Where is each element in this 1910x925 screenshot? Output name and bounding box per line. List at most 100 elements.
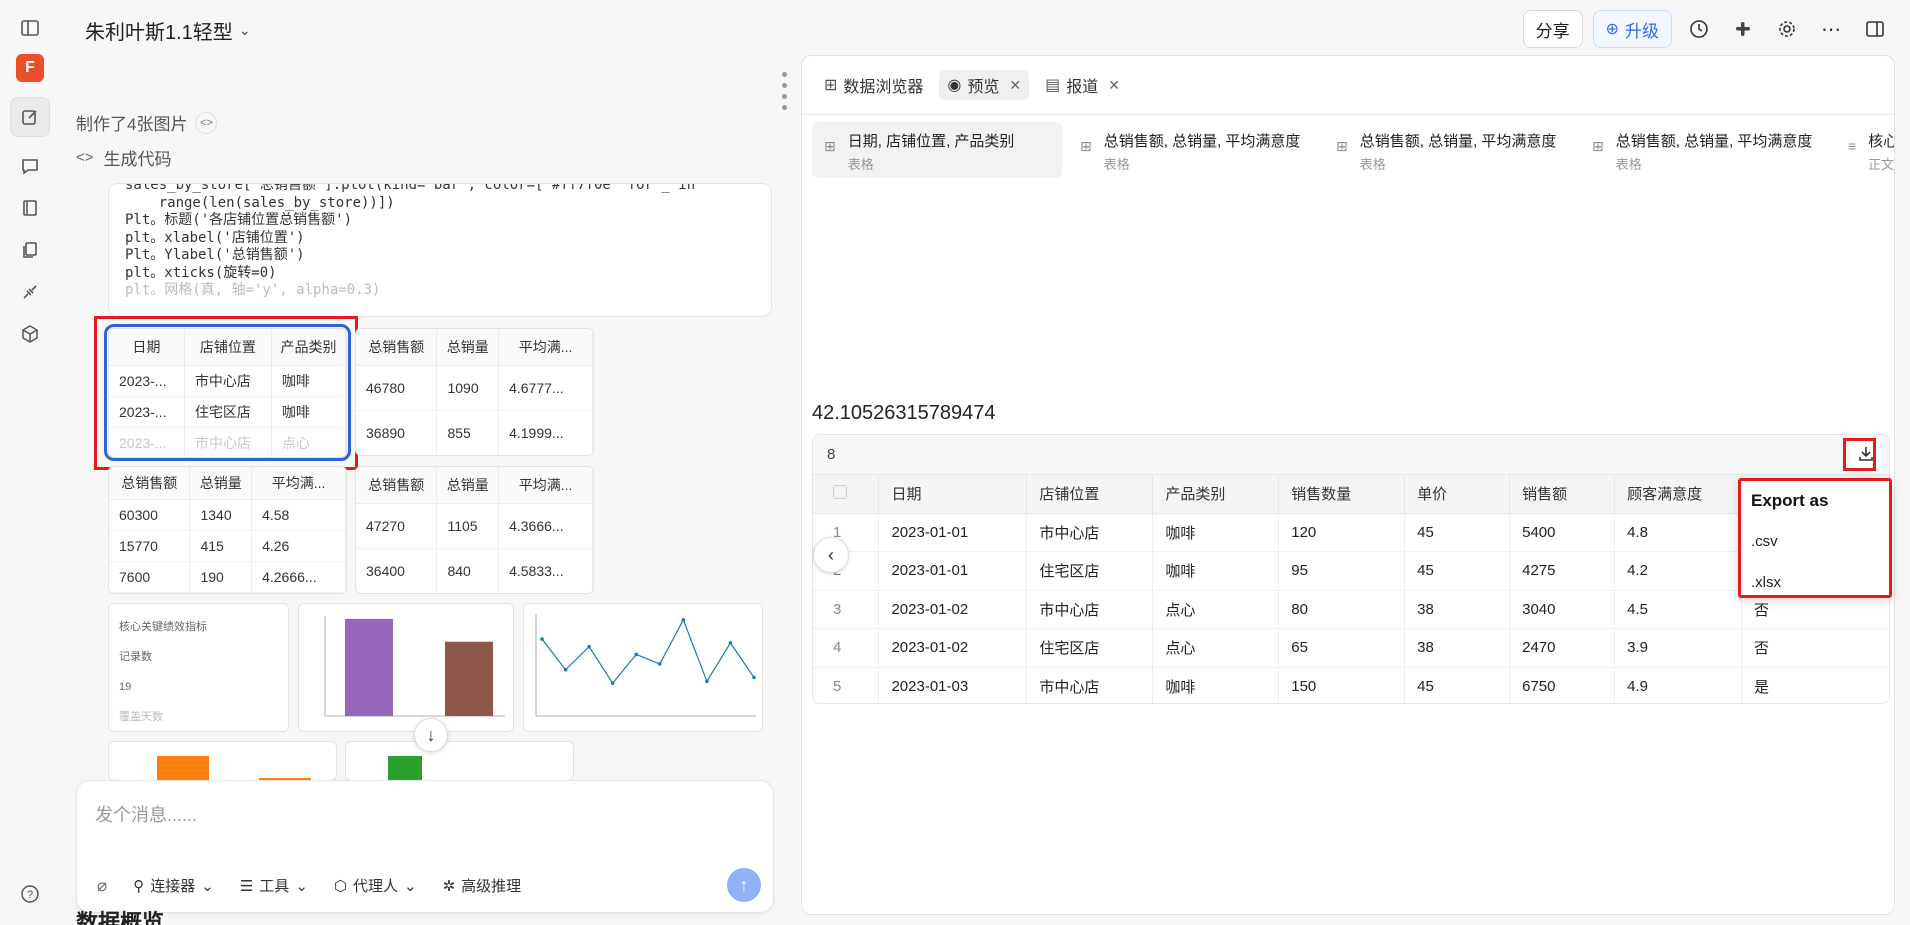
table-icon: ⊞ [1080, 138, 1092, 154]
eye-icon: ◉ [947, 77, 962, 94]
bar-chart-2 [157, 756, 311, 780]
output-item[interactable]: ⊞ 总销售额, 总销量, 平均满意度 表格 [1068, 122, 1318, 178]
column-header[interactable]: 店铺位置 [1026, 475, 1154, 514]
chevron-down-icon: ⌄ [238, 22, 251, 38]
panel-toggle-icon[interactable] [1858, 10, 1892, 48]
help-icon[interactable]: ? [16, 880, 44, 908]
notebook-icon[interactable] [16, 194, 44, 222]
send-button[interactable]: ↑ [727, 868, 761, 902]
settings-icon[interactable] [1770, 10, 1804, 48]
output-type: 表格 [847, 157, 874, 172]
table-cell: 3040 [1509, 590, 1616, 629]
output-item[interactable]: ⊞ 总销售额, 总销量, 平均满意度 表格 [1324, 122, 1574, 178]
generate-code-toggle[interactable]: <> 生成代码 [76, 145, 172, 170]
table-thumb-4[interactable]: 总销售额 总销量 平均满... 47270 1105 4.3666... 364… [355, 466, 594, 594]
table-thumb-3[interactable]: 总销售额 总销量 平均满... 60300 1340 4.58 15770 41… [108, 466, 347, 594]
bar-chart-thumb[interactable] [345, 741, 574, 781]
chat-icon[interactable] [16, 152, 44, 180]
code-line: range(len(sales_by_store))]) [125, 194, 395, 211]
connectors-button[interactable]: ⚲ 连接器 ⌄ [133, 875, 214, 896]
table-row[interactable]: 4 2023-01-02 住宅区店 点心 65 38 2470 3.9 否 [813, 628, 1889, 668]
table-thumb-2[interactable]: 总销售额 总销量 平均满... 46780 1090 4.6777... 368… [355, 328, 594, 456]
code-block[interactable]: sales_by_store['总销售额'].plot(kind='bar', … [108, 183, 772, 317]
upgrade-icon: ⊕ [1605, 21, 1619, 38]
table-cell: 4.8 [1614, 513, 1742, 552]
panel-resize-handle[interactable] [782, 72, 787, 110]
arrow-down-icon: ↓ [426, 724, 436, 745]
message-composer[interactable]: 发个消息...... ⌀ ⚲ 连接器 ⌄ ☰ 工具 ⌄ ⬡ 代理人 ⌄ ✲ 高级推理 ↑ [76, 780, 774, 913]
tab-data-browser[interactable]: ⊞ 数据浏览器 [816, 70, 931, 100]
table-cell: 4.6777... [498, 365, 593, 411]
table-cell: 1105 [436, 503, 500, 549]
avatar[interactable]: F [16, 54, 44, 82]
tab-preview[interactable]: ◉ 预览 ✕ [939, 70, 1030, 100]
output-title: 日期, 店铺位置, 产品类别 [847, 133, 1015, 150]
line-chart-thumb[interactable] [523, 603, 763, 732]
more-icon[interactable]: ⋯ [1814, 10, 1848, 48]
output-item[interactable]: ≡ 核心KP 正文 [1836, 122, 1894, 178]
column-header[interactable]: 单价 [1404, 475, 1511, 514]
files-icon[interactable] [16, 236, 44, 264]
column-header: 总销售额 [356, 467, 438, 504]
export-csv-option[interactable]: .csv [1751, 533, 1778, 550]
bar-chart-thumb[interactable] [298, 603, 514, 732]
tab-report[interactable]: ▤ 报道 ✕ [1037, 70, 1128, 100]
code-line: plt。xlabel('店铺位置') [125, 229, 305, 246]
plug-icon[interactable] [16, 278, 44, 306]
table-cell: 1340 [189, 499, 253, 531]
table-row[interactable]: 5 2023-01-03 市中心店 咖啡 150 45 6750 4.9 是 [813, 667, 1889, 703]
code-toggle-icon[interactable]: <> [195, 111, 218, 134]
history-icon[interactable] [1682, 10, 1716, 48]
column-header[interactable]: 销售额 [1509, 475, 1616, 514]
table-cell: 市中心店 [1026, 513, 1154, 552]
top-toolbar: 分享 ⊕ 升级 ⋯ [1522, 10, 1892, 48]
column-header[interactable]: 销售数量 [1278, 475, 1406, 514]
share-button[interactable]: 分享 [1522, 10, 1583, 48]
brain-icon: ✲ [442, 877, 456, 895]
code-line: Plt。标题('各店铺位置总销售额') [125, 212, 353, 228]
table-cell: 4.3666... [498, 503, 593, 549]
table-row[interactable]: 2 2023-01-01 住宅区店 咖啡 95 45 4275 4.2 [813, 551, 1889, 591]
sidebar-toggle-icon[interactable] [16, 14, 44, 42]
attach-button[interactable]: ⌀ [97, 876, 107, 896]
row-count: 8 [827, 446, 836, 463]
column-header[interactable]: 日期 [878, 475, 1028, 514]
scroll-left-button[interactable]: ‹ [813, 537, 849, 573]
table-row[interactable]: 1 2023-01-01 市中心店 咖啡 120 45 5400 4.8 [813, 513, 1889, 552]
column-header[interactable]: 产品类别 [1152, 475, 1280, 514]
upgrade-button[interactable]: ⊕ 升级 [1592, 10, 1672, 48]
column-header[interactable]: 顾客满意度 [1614, 475, 1742, 514]
table-cell: 46780 [356, 365, 438, 411]
bar-chart-thumb[interactable] [108, 741, 337, 781]
cube-icon[interactable] [16, 320, 44, 348]
slack-icon[interactable] [1726, 10, 1760, 48]
data-table: 日期 店铺位置 产品类别 销售数量 单价 销售额 顾客满意度 1 2023-01… [813, 475, 1889, 703]
table-cell: 4.9 [1614, 667, 1742, 703]
cube-icon: ⬡ [333, 877, 347, 895]
scroll-down-button[interactable]: ↓ [414, 718, 448, 752]
table-cell: 7600 [109, 561, 191, 593]
kpi-card-thumb[interactable]: 核心关键绩效指标 记录数 19 覆盖天数 [108, 603, 289, 732]
table-cell: 4.5 [1614, 590, 1742, 629]
select-all-checkbox[interactable] [813, 475, 880, 514]
advanced-reasoning-button[interactable]: ✲ 高级推理 [443, 875, 522, 896]
table-cell: 150 [1278, 667, 1406, 703]
export-xlsx-option[interactable]: .xlsx [1751, 574, 1781, 591]
column-header: 总销售额 [356, 329, 438, 366]
agent-button[interactable]: ⬡ 代理人 ⌄ [334, 875, 417, 896]
tools-button[interactable]: ☰ 工具 ⌄ [240, 875, 308, 896]
table-cell: 4.58 [251, 499, 346, 531]
output-item[interactable]: ⊞ 总销售额, 总销量, 平均满意度 表格 [1580, 122, 1830, 178]
new-chat-icon[interactable] [10, 97, 50, 137]
data-point [563, 667, 568, 672]
app-title[interactable]: 朱利叶斯1.1轻型 ⌄ [85, 16, 251, 45]
table-cell: 市中心店 [1026, 667, 1154, 703]
data-point [752, 675, 756, 680]
output-item[interactable]: ⊞ 日期, 店铺位置, 产品类别 表格 [812, 122, 1062, 178]
table-row[interactable]: 3 2023-01-02 市中心店 点心 80 38 3040 4.5 否 [813, 590, 1889, 629]
table-cell: 36890 [356, 410, 438, 455]
close-icon[interactable]: ✕ [1009, 77, 1021, 94]
close-icon[interactable]: ✕ [1108, 77, 1120, 94]
table-cell: 4.5833... [498, 548, 593, 593]
message-input[interactable]: 发个消息...... [95, 801, 197, 827]
